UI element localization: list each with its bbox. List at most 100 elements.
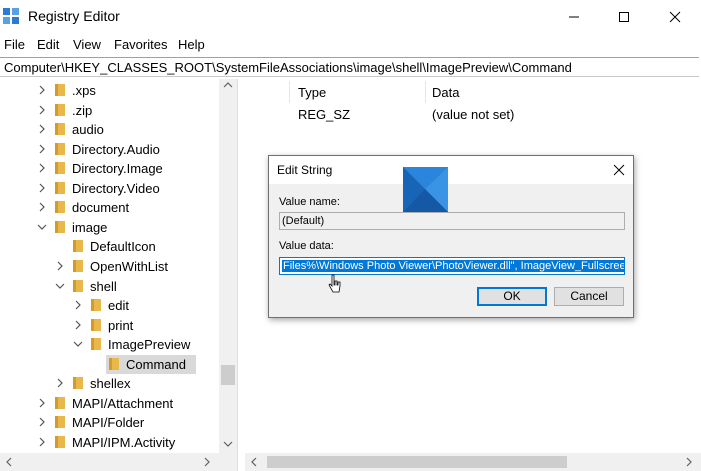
column-header-data[interactable]: Data — [432, 85, 459, 100]
tree-item-label: Directory.Image — [72, 161, 163, 177]
tree-item[interactable]: Directory.Image — [0, 159, 220, 178]
chevron-right-icon[interactable] — [37, 143, 47, 155]
chevron-down-icon[interactable] — [37, 221, 47, 233]
menu-view[interactable]: View — [73, 37, 101, 52]
maximize-button[interactable] — [601, 0, 647, 33]
tree-item[interactable]: Directory.Audio — [0, 140, 220, 159]
tree-item[interactable]: OpenWithList — [0, 257, 220, 276]
chevron-down-icon[interactable] — [55, 280, 65, 292]
ok-button[interactable]: OK — [477, 287, 547, 306]
tree-item-label: document — [72, 200, 130, 216]
tree-item[interactable]: MAPI/IPM.Activity — [0, 433, 220, 452]
scroll-up-icon[interactable] — [223, 81, 233, 89]
menu-file[interactable]: File — [4, 37, 25, 52]
scroll-right-icon[interactable] — [203, 457, 211, 467]
value-name-label: Value name: — [279, 196, 340, 208]
column-separator[interactable] — [289, 81, 290, 103]
values-scroll-thumb[interactable] — [267, 456, 567, 468]
cancel-button[interactable]: Cancel — [554, 287, 624, 306]
folder-icon — [55, 162, 65, 175]
close-button[interactable] — [652, 0, 698, 33]
tree-item-label: .xps — [72, 83, 96, 98]
scroll-left-icon[interactable] — [5, 457, 13, 467]
folder-icon — [55, 103, 65, 116]
minimize-button[interactable] — [551, 0, 597, 33]
chevron-down-icon[interactable] — [73, 338, 83, 350]
menu-bar: File Edit View Favorites Help — [0, 34, 701, 56]
values-horizontal-scrollbar[interactable] — [245, 453, 701, 471]
tree-item-label: shellex — [90, 376, 131, 392]
chevron-right-icon[interactable] — [37, 104, 47, 116]
folder-icon — [55, 435, 65, 448]
tree-item-label: Directory.Audio — [72, 141, 160, 157]
tree-item[interactable]: .xps — [0, 81, 220, 100]
pane-splitter[interactable] — [237, 79, 245, 471]
chevron-right-icon[interactable] — [55, 377, 65, 389]
folder-icon — [55, 220, 65, 233]
folder-icon — [73, 279, 83, 292]
value-data-label: Value data: — [279, 240, 334, 252]
value-name-field[interactable]: (Default) — [279, 212, 625, 230]
tree-item[interactable]: image — [0, 218, 220, 237]
key-tree: .xps .zip audio Directory.Audio Directory.Im… — [0, 79, 237, 471]
chevron-right-icon[interactable] — [73, 299, 83, 311]
tree-item[interactable]: shell — [0, 277, 220, 296]
chevron-right-icon[interactable] — [55, 260, 65, 272]
tree-item[interactable]: DefaultIcon — [0, 237, 220, 256]
registry-editor-app-icon — [3, 8, 19, 24]
tree-item[interactable]: MAPI/Attachment — [0, 394, 220, 413]
value-data-field[interactable]: Files%\Windows Photo Viewer\PhotoViewer.… — [279, 257, 625, 275]
chevron-right-icon[interactable] — [37, 84, 47, 96]
address-bar[interactable]: Computer\HKEY_CLASSES_ROOT\SystemFileAss… — [0, 57, 699, 77]
tree-item[interactable]: ImagePreview — [0, 335, 220, 354]
folder-icon — [91, 338, 101, 351]
dialog-title: Edit String — [277, 163, 333, 177]
tree-item[interactable]: .zip — [0, 101, 220, 120]
edit-string-dialog: Edit String Value name: (Default) Value … — [268, 155, 634, 318]
menu-help[interactable]: Help — [178, 37, 205, 52]
chevron-right-icon[interactable] — [37, 397, 47, 409]
chevron-right-icon[interactable] — [37, 123, 47, 135]
tree-item[interactable]: edit — [0, 296, 220, 315]
folder-icon — [73, 259, 83, 272]
close-icon — [669, 11, 681, 22]
maximize-icon — [619, 11, 629, 22]
scroll-left-icon[interactable] — [250, 457, 258, 467]
tree-horizontal-scrollbar[interactable] — [0, 453, 237, 471]
chevron-right-icon[interactable] — [37, 162, 47, 174]
tree-item[interactable]: document — [0, 198, 220, 217]
tree-item[interactable]: print — [0, 316, 220, 335]
tree-item[interactable]: audio — [0, 120, 220, 139]
tree-item-label: audio — [72, 122, 104, 138]
tree-item[interactable]: shellex — [0, 374, 220, 393]
folder-icon — [73, 240, 83, 253]
value-row-data[interactable]: (value not set) — [432, 107, 514, 122]
tree-item-label: print — [108, 317, 134, 333]
tree-item[interactable]: MAPI/Folder — [0, 413, 220, 432]
column-separator[interactable] — [425, 81, 426, 103]
folder-icon — [91, 299, 101, 312]
folder-icon — [55, 396, 65, 409]
tree-item[interactable]: Command — [0, 354, 220, 374]
menu-edit[interactable]: Edit — [37, 37, 59, 52]
value-row-type[interactable]: REG_SZ — [298, 107, 350, 122]
scroll-right-icon[interactable] — [685, 457, 693, 467]
mouse-cursor-icon — [328, 274, 341, 293]
menu-favorites[interactable]: Favorites — [114, 37, 167, 52]
minimize-icon — [569, 16, 579, 17]
chevron-right-icon[interactable] — [37, 182, 47, 194]
folder-icon — [55, 123, 65, 136]
scroll-down-icon[interactable] — [223, 440, 233, 448]
tree-item-label: .zip — [72, 102, 93, 118]
chevron-right-icon[interactable] — [37, 416, 47, 428]
chevron-right-icon[interactable] — [37, 201, 47, 213]
column-header-type[interactable]: Type — [298, 85, 326, 100]
chevron-right-icon[interactable] — [37, 436, 47, 448]
tree-vertical-scrollbar[interactable] — [219, 79, 237, 453]
dialog-title-bar: Edit String — [269, 156, 633, 184]
tree-item-label: ImagePreview — [108, 337, 191, 353]
tree-item[interactable]: Directory.Video — [0, 179, 220, 198]
chevron-right-icon[interactable] — [73, 319, 83, 331]
tree-scroll-thumb[interactable] — [221, 365, 235, 385]
dialog-close-icon[interactable] — [611, 162, 627, 178]
